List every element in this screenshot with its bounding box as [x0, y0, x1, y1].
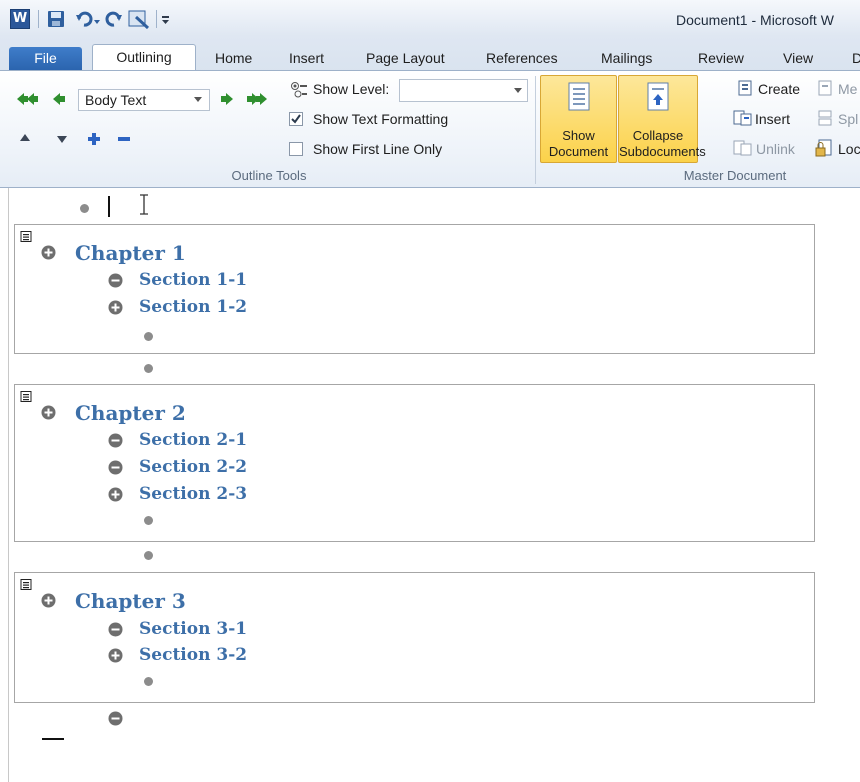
show-text-formatting-label: Show Text Formatting [313, 111, 449, 127]
show-level-dropdown[interactable] [399, 79, 528, 102]
expand-outline-icon[interactable] [41, 245, 56, 260]
end-of-document-marker [42, 738, 64, 740]
chevron-down-icon[interactable] [194, 97, 202, 103]
tab-review[interactable]: Review [698, 47, 744, 71]
unlink-button[interactable]: Unlink [756, 141, 795, 157]
expand-outline-icon[interactable] [108, 487, 123, 502]
tab-home[interactable]: Home [215, 47, 252, 71]
promote-icon[interactable] [52, 92, 66, 106]
expand-outline-icon[interactable] [108, 300, 123, 315]
outline-tools-group-label: Outline Tools [231, 168, 307, 183]
section-heading[interactable]: Section 2-1 [139, 430, 247, 450]
create-icon[interactable] [737, 80, 753, 96]
format-painter-icon[interactable] [128, 9, 150, 29]
collapse-icon[interactable] [117, 132, 131, 146]
lock-document-button[interactable]: Loc [838, 141, 860, 157]
show-document-label-line2: Document [548, 144, 609, 159]
document-icon [568, 82, 590, 111]
section-heading[interactable]: Section 2-3 [139, 484, 247, 504]
show-document-button[interactable]: Show Document [540, 75, 617, 163]
tab-outlining[interactable]: Outlining [92, 44, 196, 70]
collapse-label-line2: Subdocuments [619, 144, 706, 159]
customize-qat-icon[interactable] [160, 9, 172, 29]
page-left-edge [8, 188, 9, 782]
collapse-outline-icon[interactable] [108, 433, 123, 448]
qat-separator [38, 10, 39, 28]
merge-icon[interactable] [817, 80, 833, 96]
master-document-group-label: Master Document [683, 168, 787, 183]
expand-outline-icon[interactable] [41, 593, 56, 608]
body-text-bullet [144, 677, 153, 686]
subdocument-icon[interactable] [20, 391, 33, 402]
checkmark-icon [291, 114, 301, 124]
tab-page-layout[interactable]: Page Layout [366, 47, 445, 71]
subdocument-icon[interactable] [20, 579, 33, 590]
section-heading[interactable]: Section 2-2 [139, 457, 247, 477]
undo-icon[interactable] [75, 9, 101, 29]
qat-separator [156, 10, 157, 28]
tab-insert[interactable]: Insert [289, 47, 324, 71]
tab-references[interactable]: References [486, 47, 558, 71]
tab-view[interactable]: View [783, 47, 813, 71]
show-text-formatting-checkbox[interactable] [289, 112, 303, 126]
subdocument-icon[interactable] [20, 231, 33, 242]
collapse-outline-icon[interactable] [108, 711, 123, 726]
collapse-subdocuments-icon [647, 82, 669, 111]
show-first-line-only-checkbox[interactable] [289, 142, 303, 156]
merge-button[interactable]: Me [838, 81, 857, 97]
expand-outline-icon[interactable] [41, 405, 56, 420]
insert-button[interactable]: Insert [755, 111, 790, 127]
expand-outline-icon[interactable] [108, 648, 123, 663]
expand-icon[interactable] [87, 132, 101, 146]
chapter-heading[interactable]: Chapter 3 [75, 589, 186, 613]
show-first-line-only-label: Show First Line Only [313, 141, 443, 157]
demote-icon[interactable] [220, 92, 234, 106]
insert-subdocument-icon[interactable] [733, 110, 753, 126]
group-separator [535, 76, 536, 184]
window-title: Document1 - Microsoft W [676, 12, 834, 28]
promote-to-heading-1-icon[interactable] [17, 92, 39, 106]
save-icon[interactable] [47, 9, 65, 29]
chevron-down-icon[interactable] [514, 88, 522, 94]
tab-mailings[interactable]: Mailings [601, 47, 652, 71]
move-up-icon[interactable] [19, 133, 31, 143]
collapse-outline-icon[interactable] [108, 273, 123, 288]
collapse-outline-icon[interactable] [108, 622, 123, 637]
split-button[interactable]: Spl [838, 111, 858, 127]
collapse-label-line1: Collapse [632, 128, 684, 143]
section-heading[interactable]: Section 3-2 [139, 645, 247, 665]
split-icon[interactable] [817, 110, 833, 126]
title-bar: W Document1 - Microsoft W [0, 0, 860, 36]
move-down-icon[interactable] [56, 135, 68, 145]
show-level-label: Show Level: [313, 81, 390, 97]
outline-level-value: Body Text [85, 92, 147, 108]
section-heading[interactable]: Section 3-1 [139, 619, 247, 639]
redo-icon[interactable] [105, 9, 123, 29]
body-text-bullet [80, 204, 89, 213]
lock-document-icon[interactable] [815, 139, 833, 157]
unlink-icon[interactable] [733, 140, 753, 156]
create-button[interactable]: Create [758, 81, 800, 97]
body-text-bullet [144, 364, 153, 373]
show-level-icon [291, 82, 307, 98]
tab-file[interactable]: File [9, 47, 82, 71]
collapse-subdocuments-button[interactable]: Collapse Subdocuments [618, 75, 706, 163]
tab-developer[interactable]: D [852, 47, 860, 71]
demote-to-body-text-icon[interactable] [246, 92, 268, 106]
chapter-heading[interactable]: Chapter 1 [75, 241, 186, 265]
body-text-bullet [144, 551, 153, 560]
show-document-label-line1: Show [562, 128, 595, 143]
text-cursor [108, 196, 110, 217]
section-heading[interactable]: Section 1-2 [139, 297, 247, 317]
section-heading[interactable]: Section 1-1 [139, 270, 247, 290]
collapse-outline-icon[interactable] [108, 460, 123, 475]
chapter-heading[interactable]: Chapter 2 [75, 401, 186, 425]
body-text-bullet [144, 516, 153, 525]
body-text-bullet [144, 332, 153, 341]
i-beam-cursor-icon [140, 194, 148, 215]
word-app-icon[interactable]: W [10, 9, 30, 29]
